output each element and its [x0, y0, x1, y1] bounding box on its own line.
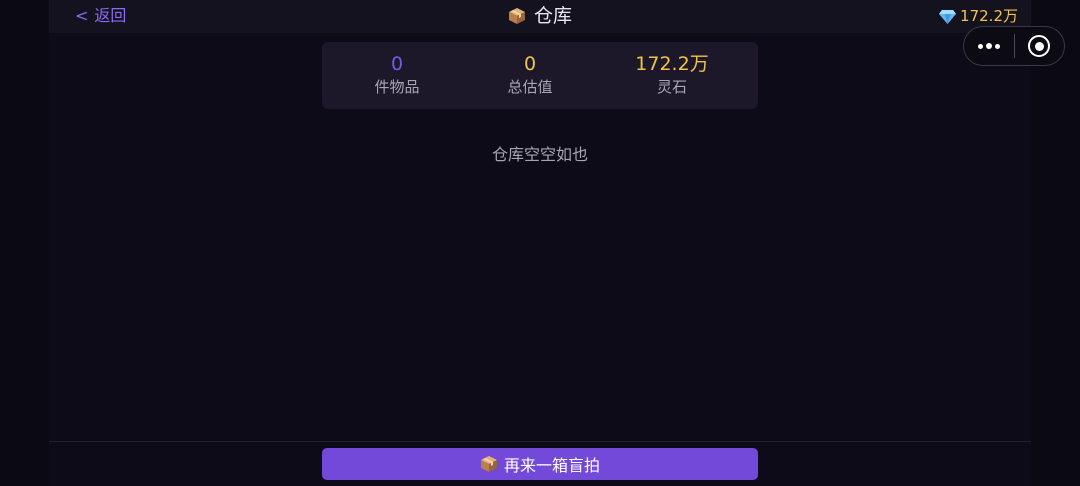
page-title: 仓库	[0, 4, 1080, 28]
balance-value: 172.2万	[960, 7, 1018, 25]
stat-value: 172.2万	[635, 53, 709, 75]
empty-state-message: 仓库空空如也	[491, 145, 588, 164]
reopen-blind-box-button[interactable]: 再来一箱盲拍	[322, 448, 758, 480]
miniprogram-capsule	[963, 26, 1065, 66]
target-circle-icon[interactable]	[1014, 27, 1064, 65]
stat-value: 0	[523, 53, 537, 75]
diamond-gem-icon	[939, 9, 957, 24]
package-box-icon	[480, 455, 498, 473]
stats-panel: 0 件物品 0 总估值 172.2万 灵石	[322, 42, 758, 109]
package-box-icon	[508, 7, 526, 25]
more-dots-icon[interactable]	[964, 27, 1014, 65]
stat-label: 灵石	[656, 78, 687, 96]
currency-balance: 172.2万	[939, 6, 1018, 26]
stat-value: 0	[390, 53, 404, 75]
stat-label: 件物品	[374, 78, 420, 96]
page-title-text: 仓库	[533, 5, 572, 27]
cta-label: 再来一箱盲拍	[503, 456, 600, 475]
stat-total-value: 0 总估值	[470, 52, 590, 97]
stat-label: 总估值	[507, 78, 553, 96]
stat-spirit-stone: 172.2万 灵石	[612, 52, 732, 97]
stat-item-count: 0 件物品	[337, 52, 457, 97]
